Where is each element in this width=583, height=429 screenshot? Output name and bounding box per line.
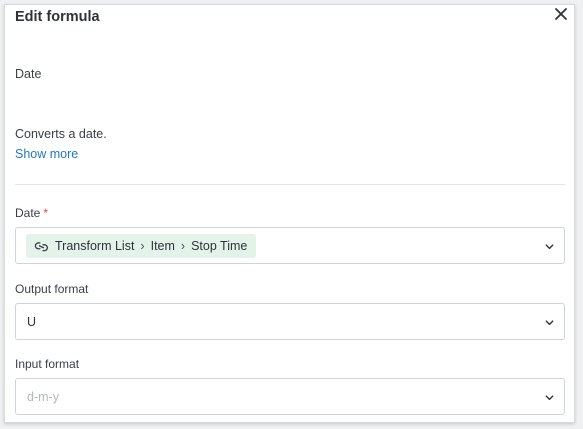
chevron-down-icon[interactable] <box>544 392 555 403</box>
output-format-label: Output format <box>15 282 89 296</box>
input-format-placeholder: d-m-y <box>27 390 59 404</box>
date-field-label: Date * <box>15 206 48 220</box>
date-value-chip[interactable]: Transform List › Item › Stop Time <box>26 234 257 258</box>
input-format-label: Input format <box>15 357 80 371</box>
divider <box>15 184 565 185</box>
chip-segment: Item <box>150 239 175 253</box>
date-label-text: Date <box>15 206 41 220</box>
chevron-right-icon: › <box>140 239 145 253</box>
required-mark: * <box>43 206 49 220</box>
input-format-select[interactable]: d-m-y <box>15 378 565 415</box>
dialog-title: Edit formula <box>15 9 100 25</box>
output-format-select[interactable]: U <box>15 303 565 340</box>
date-select[interactable]: Transform List › Item › Stop Time <box>15 227 565 264</box>
chevron-down-icon[interactable] <box>544 317 555 328</box>
edit-formula-dialog: Edit formula Date Converts a date. Show … <box>4 4 575 423</box>
show-more-link[interactable]: Show more <box>15 147 78 161</box>
chip-segment: Stop Time <box>191 239 248 253</box>
chip-segment: Transform List <box>55 239 135 253</box>
output-format-value: U <box>27 315 37 329</box>
function-name: Date <box>15 67 42 81</box>
link-icon <box>34 241 48 251</box>
function-description: Converts a date. <box>15 127 107 141</box>
chevron-right-icon: › <box>180 239 186 253</box>
close-icon[interactable] <box>552 5 570 23</box>
chevron-down-icon[interactable] <box>544 241 555 252</box>
